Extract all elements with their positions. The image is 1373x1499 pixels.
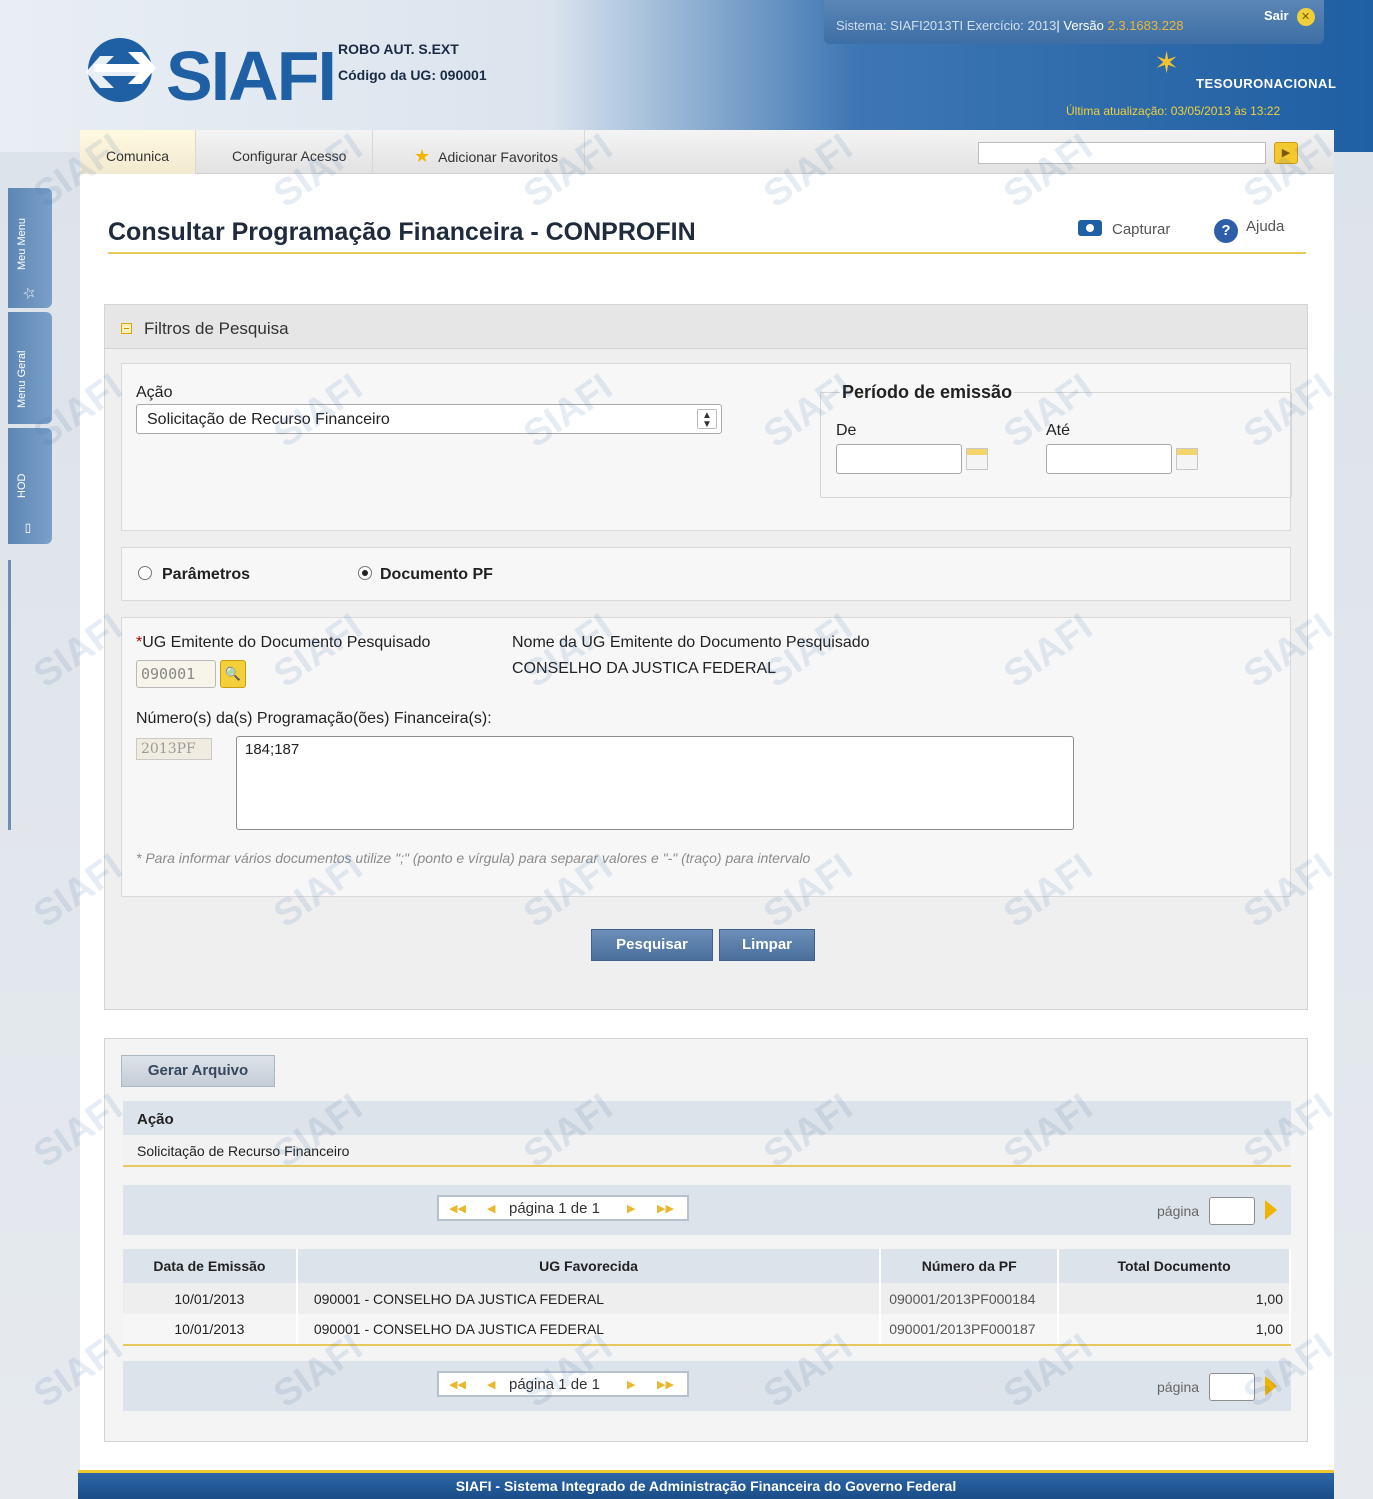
col-total-documento[interactable]: Total Documento xyxy=(1058,1249,1291,1283)
ug-emitente-input[interactable] xyxy=(136,660,216,688)
system-info-bar: Sistema: SIAFI2013TI Exercício: 2013| Ve… xyxy=(824,0,1324,44)
ajuda-label: Ajuda xyxy=(1246,218,1285,235)
title-divider xyxy=(108,252,1306,254)
capturar-label: Capturar xyxy=(1112,221,1171,238)
calendar-icon-ate[interactable] xyxy=(1176,448,1198,470)
adicionar-favoritos-label: Adicionar Favoritos xyxy=(438,149,558,165)
go-page-icon-top[interactable] xyxy=(1265,1200,1277,1220)
siafi-logo-text: SIAFI xyxy=(166,37,337,115)
collapse-icon[interactable] xyxy=(121,323,132,334)
radio-parametros-label[interactable]: Parâmetros xyxy=(162,566,250,584)
acao-label: Ação xyxy=(136,384,173,401)
main-content: Comunica Configurar Acesso ★ Adicionar Fa… xyxy=(80,130,1334,1470)
cell-total: 1,00 xyxy=(1058,1314,1291,1346)
cell-data: 10/01/2013 xyxy=(123,1314,298,1346)
last-page-icon[interactable]: ▶▶ xyxy=(657,1202,674,1215)
last-update: Última atualização: 03/05/2013 às 13:22 xyxy=(1066,104,1281,118)
footer: SIAFI - Sistema Integrado de Administraç… xyxy=(78,1470,1334,1499)
pager-text-top: página 1 de 1 xyxy=(509,1200,600,1217)
table-row: 10/01/2013 090001 - CONSELHO DA JUSTICA … xyxy=(123,1314,1291,1346)
table-row: 10/01/2013 090001 - CONSELHO DA JUSTICA … xyxy=(123,1283,1291,1314)
prev-page-icon[interactable]: ◀ xyxy=(487,1378,495,1391)
system-label: Sistema: SIAFI2013TI Exercício: 2013 xyxy=(836,18,1057,33)
cell-total: 1,00 xyxy=(1058,1283,1291,1314)
camera-icon xyxy=(1078,220,1102,236)
next-page-icon[interactable]: ▶ xyxy=(627,1378,635,1391)
de-label: De xyxy=(836,422,857,439)
results-table: Data de Emissão UG Favorecida Número da … xyxy=(123,1249,1291,1346)
cell-data: 10/01/2013 xyxy=(123,1283,298,1314)
next-page-icon[interactable]: ▶ xyxy=(627,1202,635,1215)
pager-label-top: página xyxy=(1157,1203,1200,1219)
acao-select[interactable]: Solicitação de Recurso Financeiro ▲ ▼ xyxy=(136,404,722,434)
gerar-arquivo-button[interactable]: Gerar Arquivo xyxy=(121,1055,275,1087)
radio-documento-pf[interactable] xyxy=(358,566,372,580)
cell-ug: 090001 - CONSELHO DA JUSTICA FEDERAL xyxy=(296,1283,882,1314)
table-header-row: Data de Emissão UG Favorecida Número da … xyxy=(123,1249,1291,1283)
first-page-icon[interactable]: ◀◀ xyxy=(449,1202,466,1215)
close-icon: ✕ xyxy=(1296,8,1315,26)
tab-meu-menu-label: Meu Menu xyxy=(16,218,28,270)
tipo-pesquisa-box: Parâmetros Documento PF xyxy=(121,547,1291,601)
calendar-icon-de[interactable] xyxy=(966,448,988,470)
col-ug-favorecida[interactable]: UG Favorecida xyxy=(296,1249,882,1283)
ug-code-line: Código da UG: 090001 xyxy=(338,62,487,88)
hint-text: * Para informar vários documentos utiliz… xyxy=(136,850,811,866)
pager-label-bottom: página xyxy=(1157,1379,1200,1395)
capturar-button[interactable]: Capturar xyxy=(1078,220,1170,238)
tab-hod-label: HOD xyxy=(16,473,28,498)
user-info: ROBO AUT. S.EXT Código da UG: 090001 xyxy=(338,36,487,88)
numero-pf-prefix: 2013PF xyxy=(136,738,212,760)
version-value: 2.3.1683.228 xyxy=(1107,18,1184,33)
col-numero-pf[interactable]: Número da PF xyxy=(880,1249,1060,1283)
cell-numero-pf[interactable]: 090001/2013PF000187 xyxy=(880,1314,1060,1346)
ate-date-input[interactable] xyxy=(1046,444,1172,474)
side-divider xyxy=(8,560,11,830)
filters-title: Filtros de Pesquisa xyxy=(144,319,289,338)
help-icon: ? xyxy=(1214,219,1238,243)
ug-code-value: 090001 xyxy=(439,67,487,83)
star-icon: ☆ xyxy=(21,286,38,300)
pager-nav-top: ◀◀ ◀ página 1 de 1 ▶ ▶▶ xyxy=(437,1195,689,1221)
select-arrows-icon: ▲ ▼ xyxy=(697,409,717,430)
pesquisar-button[interactable]: Pesquisar xyxy=(591,929,713,961)
cell-numero-pf[interactable]: 090001/2013PF000184 xyxy=(880,1283,1060,1314)
siafi-logo: SIAFI xyxy=(82,34,337,115)
filters-header[interactable]: Filtros de Pesquisa xyxy=(105,305,1307,349)
pager-top: ◀◀ ◀ página 1 de 1 ▶ ▶▶ página xyxy=(123,1185,1291,1235)
side-tabs: Meu Menu ☆ Menu Geral HOD ▭ xyxy=(8,188,52,548)
prev-page-icon[interactable]: ◀ xyxy=(487,1202,495,1215)
numero-pf-label: Número(s) da(s) Programação(ões) Finance… xyxy=(136,710,492,727)
sair-button[interactable]: Sair ✕ xyxy=(1264,8,1315,26)
system-separator: | xyxy=(1056,18,1060,33)
col-data-emissao[interactable]: Data de Emissão xyxy=(123,1249,298,1283)
menu-search-input[interactable] xyxy=(978,142,1266,164)
ug-search-button[interactable]: 🔍 xyxy=(220,660,246,688)
tesouro-text: TESOURONACIONAL xyxy=(1196,76,1337,91)
ajuda-button[interactable]: ? Ajuda xyxy=(1214,218,1284,243)
tab-menu-geral-label: Menu Geral xyxy=(16,350,28,408)
tesouro-star-icon: ✶ xyxy=(1154,47,1180,80)
version-label: Versão xyxy=(1063,18,1104,33)
favorite-star-icon: ★ xyxy=(414,146,431,166)
top-menu: Comunica Configurar Acesso ★ Adicionar Fa… xyxy=(80,130,1334,174)
user-name: ROBO AUT. S.EXT xyxy=(338,41,459,57)
last-page-icon[interactable]: ▶▶ xyxy=(657,1378,674,1391)
pager-input-top[interactable] xyxy=(1209,1197,1255,1225)
periodo-legend: Período de emissão xyxy=(840,382,1015,403)
sair-label: Sair xyxy=(1264,8,1289,23)
numero-pf-textarea[interactable]: 184;187 xyxy=(236,736,1074,830)
radio-parametros[interactable] xyxy=(138,566,152,580)
first-page-icon[interactable]: ◀◀ xyxy=(449,1378,466,1391)
limpar-button[interactable]: Limpar xyxy=(719,929,815,961)
de-date-input[interactable] xyxy=(836,444,962,474)
ug-code-label: Código da UG: xyxy=(338,67,436,83)
monitor-icon: ▭ xyxy=(20,522,34,534)
radio-documento-pf-label[interactable]: Documento PF xyxy=(380,566,493,584)
page-title: Consultar Programação Financeira - CONPR… xyxy=(108,218,696,246)
siafi-logo-icon xyxy=(86,38,156,102)
